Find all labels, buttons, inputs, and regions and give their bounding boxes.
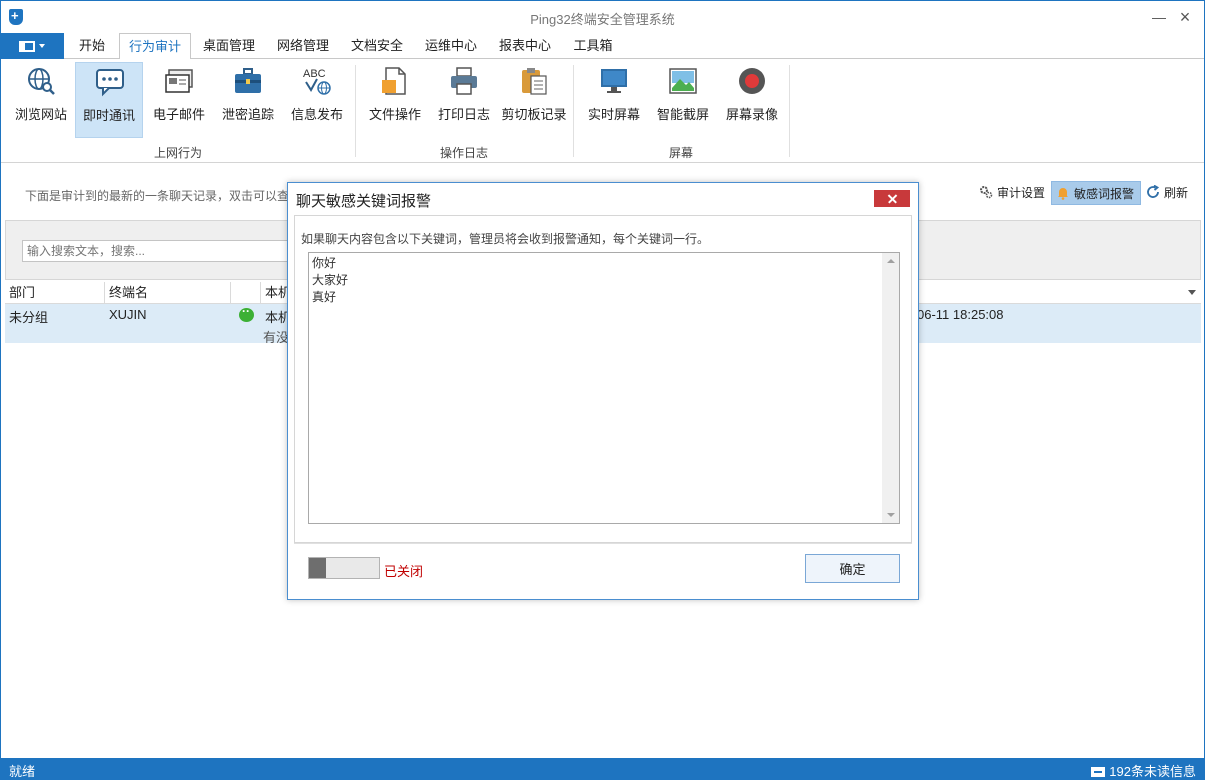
keyword-scrollbar[interactable]	[882, 253, 899, 523]
refresh-button[interactable]: 刷新	[1142, 181, 1194, 205]
refresh-icon	[1147, 185, 1160, 198]
app-menu-button[interactable]	[1, 33, 64, 59]
svg-text:ABC: ABC	[303, 68, 326, 80]
realtime-screen-button[interactable]: 实时屏幕	[580, 62, 648, 138]
dialog-divider	[294, 543, 912, 544]
tab-desktop-management[interactable]: 桌面管理	[195, 33, 263, 59]
app-menu-icon	[19, 41, 35, 52]
status-bar: 就绪 192条未读信息	[1, 758, 1204, 780]
dialog-description: 如果聊天内容包含以下关键词，管理员将会收到报警通知，每个关键词一行。	[301, 232, 710, 246]
audit-settings-label: 审计设置	[997, 186, 1046, 200]
clipboard-record-label: 剪切板记录	[501, 107, 567, 122]
print-log-label: 打印日志	[437, 107, 490, 122]
smart-screenshot-label: 智能截屏	[656, 107, 709, 122]
title-bar: Ping32终端安全管理系统 — ×	[1, 1, 1204, 33]
chat-bubble-icon	[96, 69, 124, 97]
toggle-status-label: 已关闭	[384, 564, 424, 579]
ok-button[interactable]: 确定	[805, 554, 900, 583]
column-header-department[interactable]: 部门	[5, 282, 105, 304]
email-button[interactable]: 电子邮件	[145, 62, 213, 138]
bell-icon	[1058, 188, 1068, 200]
ribbon: 浏览网站 即时通讯 电子邮件 泄密追踪 ABC 信息发布 文件操作 打印日志 剪…	[1, 59, 1204, 163]
sensitive-keyword-alert-dialog: 聊天敏感关键词报警 如果聊天内容包含以下关键词，管理员将会收到报警通知，每个关键…	[287, 182, 919, 600]
browse-web-label: 浏览网站	[14, 107, 67, 122]
sensitive-word-alert-button[interactable]: 敏感词报警	[1051, 181, 1142, 205]
clipboard-icon	[522, 68, 547, 95]
group-label-screen: 屏幕	[668, 146, 693, 160]
abc-globe-icon: ABC	[303, 68, 331, 95]
email-label: 电子邮件	[152, 107, 205, 122]
dialog-title: 聊天敏感关键词报警	[296, 193, 432, 210]
group-separator	[573, 65, 574, 157]
tab-toolbox[interactable]: 工具箱	[565, 33, 621, 59]
group-label-operation-log: 操作日志	[439, 146, 488, 160]
monitor-icon	[601, 69, 627, 93]
printer-icon	[451, 67, 477, 95]
file-operation-button[interactable]: 文件操作	[361, 62, 429, 138]
tab-report-center[interactable]: 报表中心	[491, 33, 559, 59]
leak-tracking-label: 泄密追踪	[221, 107, 274, 122]
refresh-label: 刷新	[1164, 186, 1189, 200]
leak-tracking-button[interactable]: 泄密追踪	[214, 62, 282, 138]
scroll-down-icon[interactable]	[887, 513, 895, 517]
email-icon	[165, 69, 193, 93]
print-log-button[interactable]: 打印日志	[430, 62, 498, 138]
tab-document-security[interactable]: 文档安全	[343, 33, 411, 59]
sensitive-word-alert-label: 敏感词报警	[1074, 187, 1135, 201]
browse-web-button[interactable]: 浏览网站	[7, 62, 75, 138]
ribbon-tabs: 开始 行为审计 桌面管理 网络管理 文档安全 运维中心 报表中心 工具箱	[1, 33, 1204, 60]
gear-icon	[980, 186, 993, 199]
column-menu-chevron-icon[interactable]	[1188, 290, 1196, 295]
column-header-app[interactable]	[231, 282, 261, 304]
info-publish-label: 信息发布	[290, 107, 343, 122]
tab-start[interactable]: 开始	[69, 33, 115, 59]
chevron-down-icon	[39, 44, 45, 48]
search-input[interactable]	[22, 240, 292, 262]
globe-search-icon	[28, 68, 55, 95]
record-icon	[739, 68, 765, 94]
cell-local-line2: 有没	[263, 330, 290, 345]
picture-icon	[669, 68, 697, 94]
unread-messages[interactable]: 192条未读信息	[1091, 761, 1196, 780]
tab-network-management[interactable]: 网络管理	[269, 33, 337, 59]
screen-recording-label: 屏幕录像	[725, 107, 778, 122]
realtime-screen-label: 实时屏幕	[587, 107, 640, 122]
file-icon	[382, 67, 406, 95]
cell-terminal: XUJIN	[109, 307, 147, 322]
minimize-button[interactable]: —	[1147, 7, 1171, 27]
info-publish-button[interactable]: ABC 信息发布	[283, 62, 351, 138]
dialog-close-button[interactable]	[874, 190, 910, 207]
tab-behavior-audit[interactable]: 行为审计	[119, 33, 191, 60]
status-text: 就绪	[9, 764, 36, 779]
tab-ops-center[interactable]: 运维中心	[417, 33, 485, 59]
briefcase-icon	[235, 68, 261, 93]
smart-screenshot-button[interactable]: 智能截屏	[649, 62, 717, 138]
toggle-knob	[309, 558, 326, 578]
wechat-icon	[239, 304, 254, 322]
alert-toggle[interactable]	[308, 557, 380, 579]
message-icon	[1091, 767, 1106, 777]
window-title: Ping32终端安全管理系统	[530, 12, 675, 27]
cell-department: 未分组	[9, 310, 49, 325]
group-separator	[355, 65, 356, 157]
file-operation-label: 文件操作	[368, 107, 421, 122]
keyword-textarea[interactable]	[308, 252, 900, 524]
group-separator	[789, 65, 790, 157]
column-header-terminal[interactable]: 终端名	[105, 282, 231, 304]
audit-info-text: 下面是审计到的最新的一条聊天记录，双击可以查	[25, 189, 290, 203]
audit-settings-button[interactable]: 审计设置	[975, 181, 1051, 205]
group-label-web-behavior: 上网行为	[153, 146, 202, 160]
close-window-button[interactable]: ×	[1173, 7, 1197, 27]
instant-messaging-label: 即时通讯	[82, 108, 135, 123]
instant-messaging-button[interactable]: 即时通讯	[75, 62, 143, 138]
app-window: Ping32终端安全管理系统 — × 开始 行为审计 桌面管理 网络管理 文档安…	[0, 0, 1205, 780]
cell-time: 06-11 18:25:08	[917, 307, 1004, 322]
unread-count-label: 192条未读信息	[1109, 764, 1196, 779]
scroll-up-icon[interactable]	[887, 259, 895, 263]
screen-recording-button[interactable]: 屏幕录像	[718, 62, 786, 138]
clipboard-record-button[interactable]: 剪切板记录	[497, 62, 571, 138]
